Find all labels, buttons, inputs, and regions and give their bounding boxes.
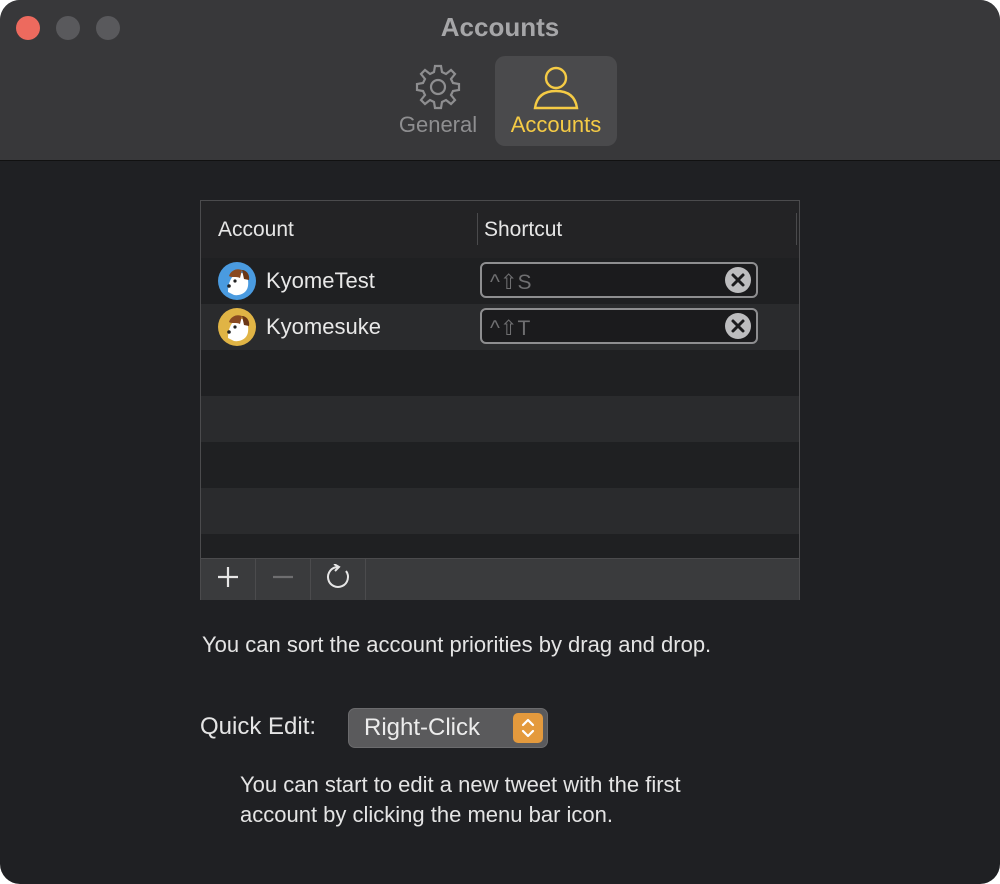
quick-edit-popup[interactable]: Right-Click: [348, 708, 548, 748]
account-name: Kyomesuke: [266, 314, 381, 339]
empty-row: [201, 534, 799, 558]
refresh-icon: [325, 563, 351, 595]
avatar: [218, 308, 256, 346]
column-divider[interactable]: [477, 213, 478, 245]
tab-accounts-label: Accounts: [510, 112, 602, 137]
tab-accounts[interactable]: Accounts: [495, 56, 617, 146]
clear-shortcut-icon[interactable]: [724, 266, 752, 299]
table-row[interactable]: Kyomesuke ^⇧T: [201, 304, 799, 351]
column-header-account[interactable]: Account: [218, 218, 294, 242]
avatar: [218, 262, 256, 300]
account-name: KyomeTest: [266, 268, 375, 293]
plus-icon: [216, 565, 240, 594]
shortcut-text: ^⇧S: [490, 271, 532, 294]
tab-general[interactable]: General: [388, 56, 488, 146]
table-row[interactable]: KyomeTest ^⇧S: [201, 258, 799, 305]
column-header-shortcut[interactable]: Shortcut: [484, 218, 562, 242]
chevron-up-down-icon: [513, 713, 543, 743]
column-divider[interactable]: [796, 213, 797, 245]
quick-edit-hint-text: You can start to edit a new tweet with t…: [240, 770, 800, 830]
accounts-table: Account Shortcut KyomeTest ^⇧S Kyomesuke…: [200, 200, 800, 600]
shortcut-recorder[interactable]: ^⇧T: [480, 308, 758, 344]
toolbar: Accounts General Accounts: [0, 0, 1000, 161]
minus-icon: [271, 565, 295, 594]
window-title: Accounts: [440, 12, 560, 42]
quick-edit-value: Right-Click: [364, 714, 481, 741]
empty-row: [201, 442, 799, 489]
quick-edit-label: Quick Edit:: [200, 713, 317, 740]
empty-row: [201, 350, 799, 397]
preferences-window: Accounts General Accounts Account Shortc…: [0, 0, 1000, 884]
add-account-button[interactable]: [201, 559, 256, 600]
quick-edit-hint-line: You can start to edit a new tweet with t…: [240, 772, 681, 797]
gear-icon: [413, 62, 463, 117]
empty-row: [201, 396, 799, 443]
empty-row: [201, 488, 799, 535]
quick-edit-hint-line: account by clicking the menu bar icon.: [240, 802, 613, 827]
table-header: Account Shortcut: [201, 201, 799, 259]
remove-account-button[interactable]: [256, 559, 311, 600]
person-icon: [531, 62, 581, 117]
table-footer-bar: [201, 558, 799, 600]
shortcut-recorder[interactable]: ^⇧S: [480, 262, 758, 298]
shortcut-text: ^⇧T: [490, 317, 531, 340]
tab-general-label: General: [398, 112, 478, 137]
sort-hint-text: You can sort the account priorities by d…: [202, 632, 712, 657]
clear-shortcut-icon[interactable]: [724, 312, 752, 345]
refresh-button[interactable]: [311, 559, 366, 600]
